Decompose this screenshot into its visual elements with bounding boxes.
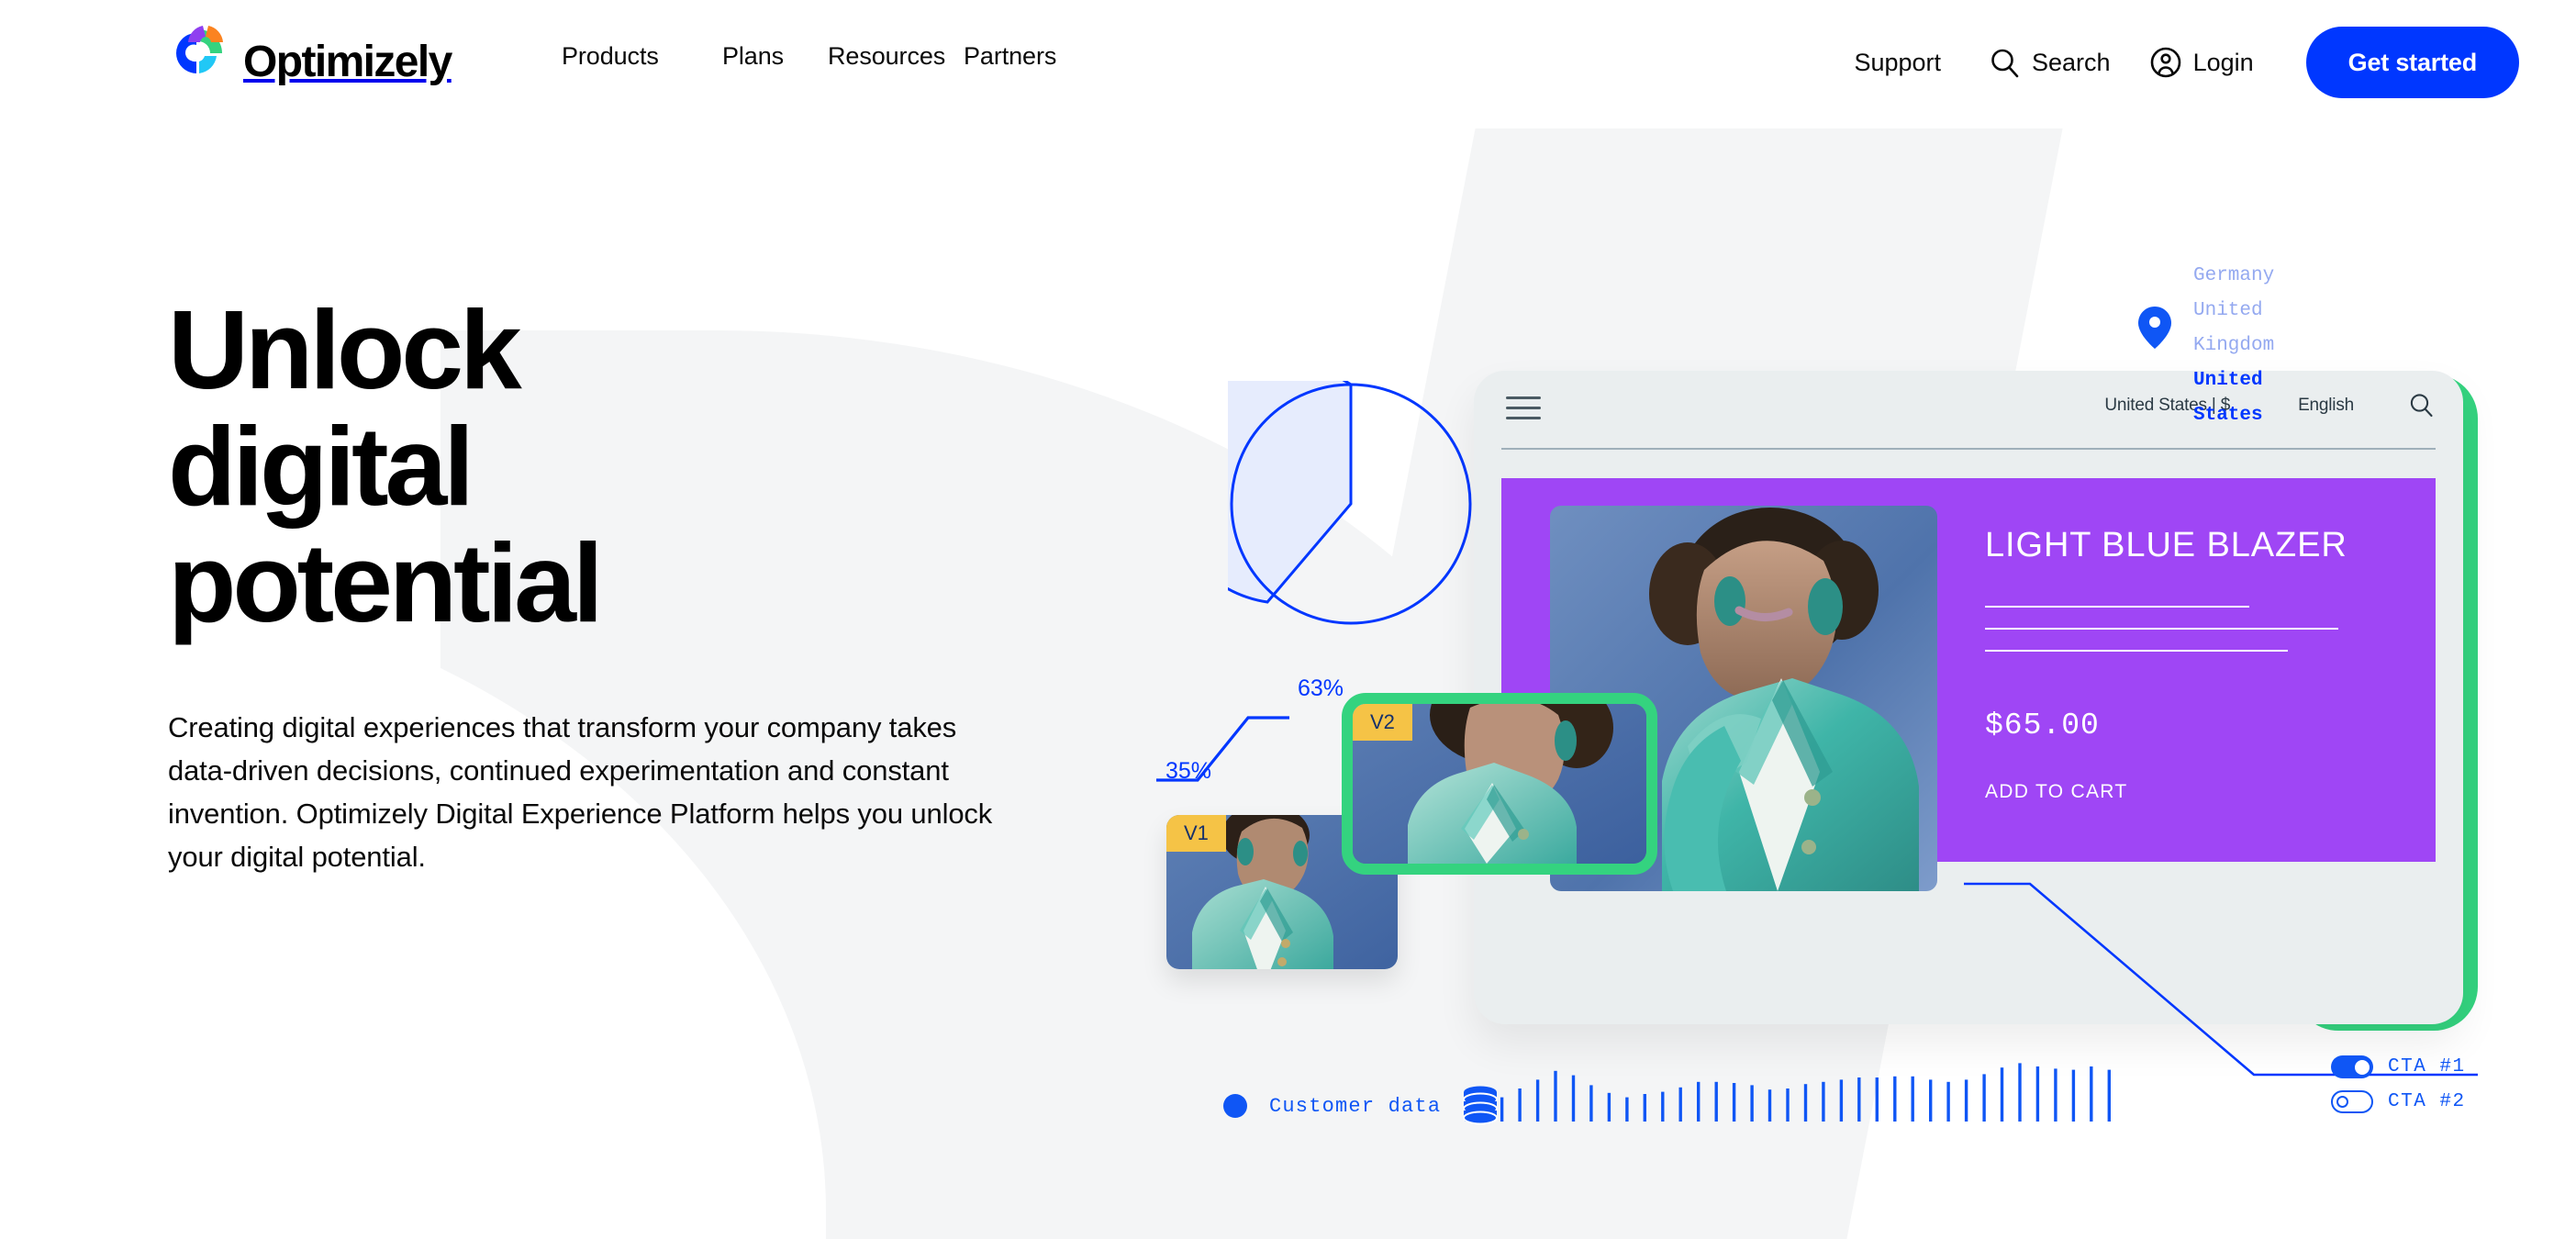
database-icon [1463, 1086, 1499, 1126]
country-item-germany[interactable]: Germany [2193, 259, 2274, 294]
toolbar-divider [1501, 448, 2436, 450]
page-title: Unlock digital potential [168, 292, 1040, 642]
hero-section: Unlock digital potential Creating digita… [168, 292, 1040, 878]
country-list: Germany United Kingdom United States [2193, 259, 2274, 433]
placeholder-line-3 [1985, 650, 2288, 652]
user-circle-icon [2150, 47, 2181, 78]
hero-title-line-1: Unlock [168, 287, 522, 412]
cta-toggle-row-2[interactable]: CTA #2 [2331, 1090, 2466, 1113]
product-price: $65.00 [1985, 709, 2100, 742]
customer-data-row: Customer data [1223, 1086, 1499, 1126]
customer-data-label: Customer data [1269, 1094, 1442, 1118]
cta-toggle-group: CTA #1 CTA #2 [2331, 1055, 2466, 1125]
add-to-cart-button[interactable]: ADD TO CART [1985, 781, 2380, 803]
site-header: Optimizely Products Plans Resources Part… [0, 0, 2576, 121]
language-selector[interactable]: English [2298, 396, 2354, 416]
page-root: Optimizely Products Plans Resources Part… [0, 0, 2576, 1239]
variant-v2-percent-label: 63% [1298, 675, 1344, 701]
country-item-united-kingdom[interactable]: United Kingdom [2193, 294, 2274, 363]
get-started-button[interactable]: Get started [2305, 27, 2519, 98]
hero-paragraph: Creating digital experiences that transf… [168, 710, 993, 873]
header-actions: Support Search Login Get started [1854, 20, 2519, 105]
search-button[interactable]: Search [1990, 20, 2111, 105]
hero-title-line-2: digital [168, 403, 474, 529]
login-label: Login [2192, 48, 2254, 76]
nav-item-products[interactable]: Products [562, 42, 722, 71]
nav-item-plans[interactable]: Plans [722, 42, 828, 71]
product-details: LIGHT BLUE BLAZER $65.00 ADD TO CART [1985, 526, 2380, 803]
logo-link[interactable]: Optimizely [168, 24, 452, 95]
variant-card-v2[interactable]: V2 [1342, 693, 1657, 875]
placeholder-line-1 [1985, 606, 2249, 608]
pie-chart [1164, 363, 1474, 627]
optimizely-logo-icon [168, 24, 230, 95]
country-item-united-states[interactable]: United States [2193, 363, 2274, 433]
search-icon[interactable] [2409, 393, 2434, 418]
variant-v1-percent-label: 35% [1165, 758, 1212, 784]
placeholder-line-2 [1985, 628, 2338, 630]
support-link[interactable]: Support [1854, 20, 1941, 105]
nav-item-partners[interactable]: Partners [964, 42, 1056, 71]
cta-1-toggle[interactable] [2331, 1055, 2373, 1078]
search-label: Search [2032, 48, 2111, 76]
search-icon [1990, 48, 2020, 78]
cta-2-label: CTA #2 [2388, 1091, 2466, 1112]
cta-2-toggle[interactable] [2331, 1090, 2373, 1113]
browser-toolbar: United States | $ English [1474, 371, 2463, 450]
activity-bar-chart [1464, 1063, 2111, 1122]
product-description-placeholder [1985, 606, 2380, 652]
logo-wordmark: Optimizely [243, 38, 452, 86]
cta-1-label: CTA #1 [2388, 1056, 2466, 1077]
product-title: LIGHT BLUE BLAZER [1985, 526, 2347, 564]
hamburger-menu-icon[interactable] [1506, 396, 1541, 422]
login-button[interactable]: Login [2150, 20, 2254, 105]
cta-toggle-row-1[interactable]: CTA #1 [2331, 1055, 2466, 1078]
hero-title-line-3: potential [168, 519, 604, 645]
blue-dot-icon [1223, 1094, 1247, 1118]
variant-badge-v1: V1 [1166, 815, 1226, 852]
map-pin-icon [2138, 307, 2171, 349]
nav-item-resources[interactable]: Resources [828, 42, 964, 71]
main-nav: Products Plans Resources Partners [562, 42, 1056, 71]
